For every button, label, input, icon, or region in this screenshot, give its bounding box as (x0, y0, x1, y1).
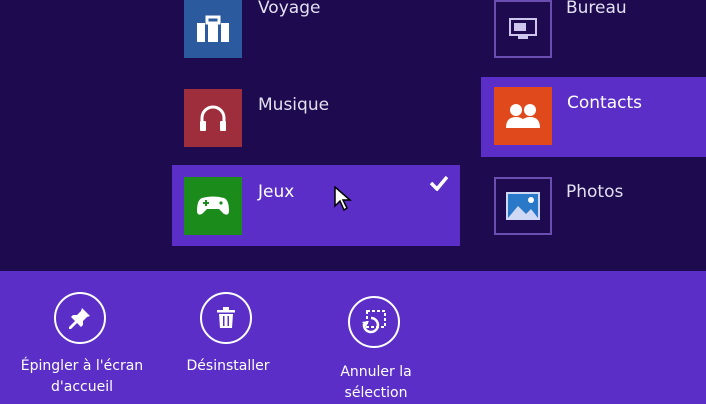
pin-to-start-label: Épingler à l'écran d'accueil (0, 356, 164, 398)
pin-icon (54, 292, 106, 344)
pin-to-start-label-line2: d'accueil (51, 379, 113, 395)
game-controller-icon (184, 177, 242, 235)
picture-icon (494, 177, 552, 235)
uninstall-button[interactable]: Désinstaller (168, 271, 288, 404)
clear-selection-button[interactable]: Annuler la sélection (316, 271, 436, 404)
trash-icon (200, 292, 252, 344)
app-bar: Épingler à l'écran d'accueil Désinstalle… (0, 271, 706, 404)
clear-selection-label-line1: Annuler la (340, 364, 412, 380)
clear-selection-label: Annuler la sélection (316, 362, 436, 404)
suitcase-icon (184, 0, 242, 58)
app-tile-jeux[interactable]: Jeux (172, 165, 460, 246)
selection-check-icon (430, 175, 448, 191)
app-label-bureau: Bureau (566, 0, 627, 18)
pin-to-start-button[interactable]: Épingler à l'écran d'accueil (0, 271, 164, 404)
pin-to-start-label-line1: Épingler à l'écran (20, 358, 144, 374)
uninstall-label: Désinstaller (168, 356, 288, 377)
app-tile-photos[interactable]: Photos (482, 165, 706, 246)
mouse-pointer-icon (334, 186, 353, 212)
clear-selection-label-line2: sélection (344, 385, 408, 401)
uninstall-label-line1: Désinstaller (186, 358, 270, 374)
app-tile-bureau[interactable]: Bureau (482, 0, 706, 62)
app-label-contacts: Contacts (567, 93, 642, 113)
app-label-voyage: Voyage (258, 0, 321, 18)
desktop-icon (494, 0, 552, 58)
app-tile-contacts[interactable]: Contacts (481, 77, 706, 157)
app-tile-voyage[interactable]: Voyage (172, 0, 460, 62)
clear-selection-icon (348, 296, 400, 348)
app-label-photos: Photos (566, 182, 624, 202)
app-tile-musique[interactable]: Musique (172, 77, 460, 153)
headphones-icon (184, 89, 242, 147)
people-icon (494, 87, 552, 145)
apps-view: Voyage Bureau Musique Contacts Jeux Phot… (0, 0, 706, 271)
app-label-jeux: Jeux (258, 182, 295, 202)
app-label-musique: Musique (258, 95, 330, 115)
